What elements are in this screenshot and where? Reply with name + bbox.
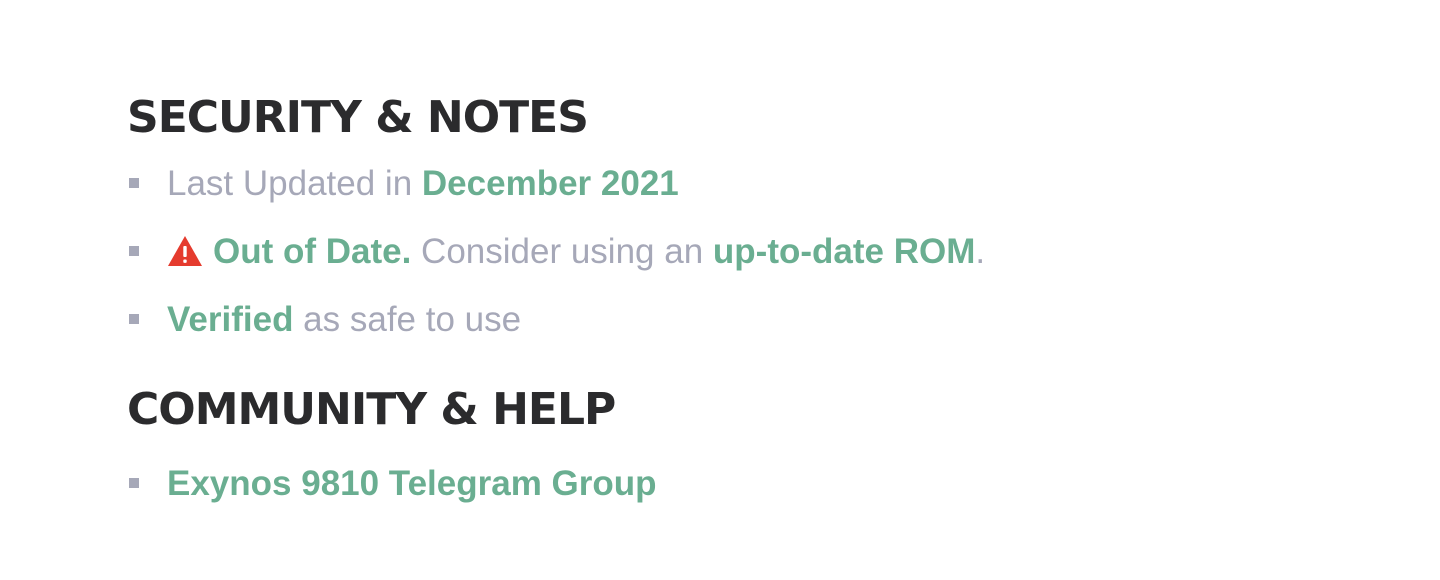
verified-text: as safe to use [293,300,522,339]
telegram-group-link[interactable]: Exynos 9810 Telegram Group [167,464,657,503]
out-of-date-suffix: . [975,232,986,271]
security-notes-list: Last Updated in December 2021 Out of Dat… [127,154,1327,358]
warning-triangle-icon [168,236,202,266]
community-help-heading: COMMUNITY & HELP [127,384,616,435]
list-item-last-updated: Last Updated in December 2021 [127,154,1327,222]
square-bullet-icon [129,478,139,488]
square-bullet-icon [129,246,139,256]
out-of-date-link[interactable]: Out of Date. [213,232,411,271]
last-updated-date-link[interactable]: December 2021 [422,164,679,203]
list-item-telegram: Exynos 9810 Telegram Group [127,454,1327,522]
rom-details: SECURITY & NOTES Last Updated in Decembe… [127,88,1327,522]
security-notes-heading: SECURITY & NOTES [127,92,589,143]
verified-link[interactable]: Verified [167,300,293,339]
community-links-list: Exynos 9810 Telegram Group [127,454,1327,522]
square-bullet-icon [129,314,139,324]
up-to-date-rom-link[interactable]: up-to-date ROM [713,232,975,271]
square-bullet-icon [129,178,139,188]
list-item-verified: Verified as safe to use [127,290,1327,358]
out-of-date-text: Consider using an [411,232,713,271]
list-item-out-of-date: Out of Date. Consider using an up-to-dat… [127,222,1327,290]
community-help-section: COMMUNITY & HELP Exynos 9810 Telegram Gr… [127,380,1327,522]
last-updated-label: Last Updated in [167,164,422,203]
